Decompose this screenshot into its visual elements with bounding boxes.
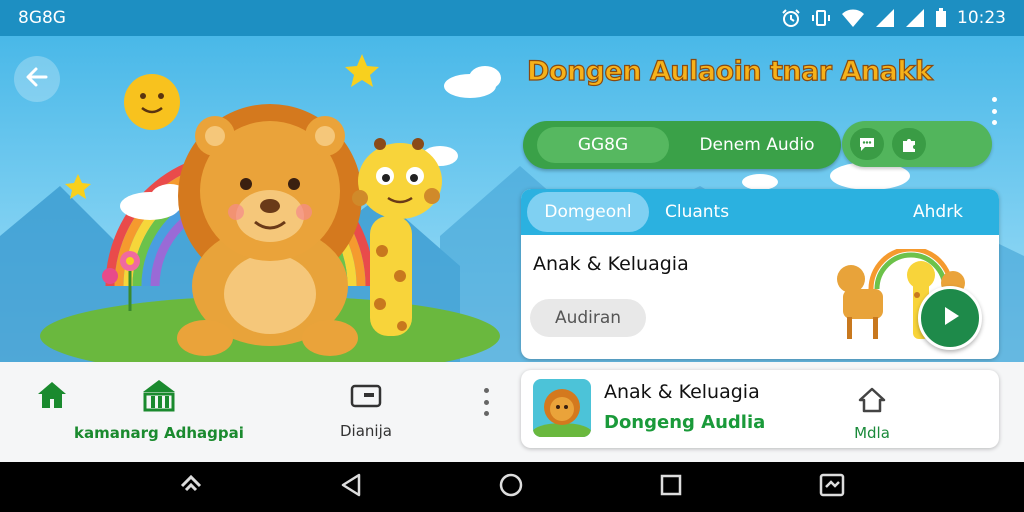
story-tabs: Domgeonl Cluants Ahdrk (521, 189, 999, 235)
wifi-icon (841, 8, 865, 28)
list-item[interactable]: Anak & Keluagia Dongeng Audlia Mdla (521, 370, 999, 448)
overview-square-icon[interactable] (659, 473, 683, 501)
nav-item-dianija[interactable]: Dianija (340, 382, 392, 440)
more-vertical-icon[interactable] (481, 388, 491, 416)
system-nav-bar (0, 462, 1024, 512)
status-bar: 8G8G 10:23 (0, 0, 1024, 36)
play-icon (937, 303, 963, 333)
carrier-label: 8G8G (18, 8, 66, 28)
vibrate-icon (811, 8, 831, 28)
list-item-title: Anak & Keluagia (604, 381, 760, 403)
puzzle-icon[interactable] (892, 128, 926, 160)
home-circle-icon[interactable] (498, 472, 524, 502)
recents-app-icon[interactable] (178, 472, 204, 502)
audio-toggle-right[interactable]: Denem Audio (673, 121, 841, 169)
arrow-left-icon (24, 64, 50, 94)
home-icon (36, 380, 68, 414)
audio-chip[interactable]: Audiran (530, 299, 646, 337)
play-button[interactable] (918, 286, 982, 350)
folder-icon (350, 382, 382, 414)
more-vertical-icon[interactable] (984, 94, 1004, 128)
story-card: Domgeonl Cluants Ahdrk Anak & Keluagia A… (521, 189, 999, 359)
story-card-title: Anak & Keluagia (533, 253, 689, 275)
tab-cluants[interactable]: Cluants (665, 202, 729, 222)
audio-toggle[interactable]: GG8G Denem Audio (523, 121, 841, 169)
list-item-thumbnail (533, 379, 591, 437)
signal-icon (905, 8, 925, 28)
page-title: Dongen Aulaoin tnar Anakk (526, 55, 933, 87)
alarm-icon (781, 8, 801, 28)
chat-icon[interactable] (850, 128, 884, 160)
home-outline-icon (857, 386, 887, 418)
media-label: Mdla (854, 424, 890, 442)
nav-item-community[interactable]: kamanarg Adhagpai (74, 378, 244, 442)
signal-icon (875, 8, 895, 28)
clock-time: 10:23 (957, 8, 1006, 28)
back-triangle-icon[interactable] (339, 472, 363, 502)
icon-button-group (842, 121, 992, 167)
nav-item-home[interactable] (36, 380, 68, 422)
back-button[interactable] (14, 56, 60, 102)
tab-ahdrk[interactable]: Ahdrk (913, 202, 963, 222)
tab-domgeonl[interactable]: Domgeonl (527, 192, 649, 232)
audio-toggle-left[interactable]: GG8G (537, 127, 669, 163)
nav-dianija-label: Dianija (340, 422, 392, 440)
battery-icon (935, 8, 947, 28)
media-button[interactable]: Mdla (839, 380, 905, 442)
screenshot-icon[interactable] (818, 472, 846, 502)
nav-community-label: kamanarg Adhagpai (74, 424, 244, 442)
list-item-subtitle: Dongeng Audlia (604, 412, 766, 433)
building-icon (141, 378, 177, 416)
